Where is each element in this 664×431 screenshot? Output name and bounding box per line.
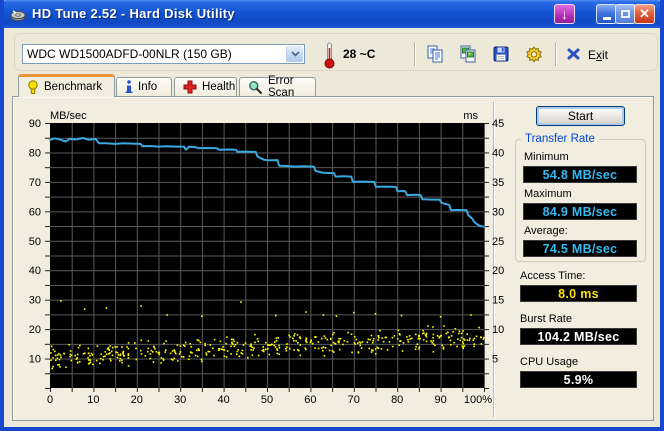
tab-label: Benchmark	[44, 81, 103, 93]
title-bar: HD Tune 2.52 - Hard Disk Utility ↓ ✕	[4, 0, 660, 28]
tab-label: Health	[202, 81, 236, 93]
burst-rate-value: 104.2 MB/sec	[520, 328, 637, 345]
burst-rate-label: Burst Rate	[520, 313, 572, 325]
maximum-label: Maximum	[524, 188, 572, 200]
cpu-usage-label: CPU Usage	[520, 356, 579, 368]
options-gear-icon	[525, 45, 543, 68]
maximize-icon	[621, 10, 630, 18]
copy-image-button[interactable]	[456, 44, 480, 68]
toolbar-separator	[555, 42, 557, 66]
maximum-value: 84.9 MB/sec	[523, 203, 637, 220]
drive-select-value: WDC WD1500ADFD-00NLR (150 GB)	[27, 47, 232, 61]
window-title: HD Tune 2.52 - Hard Disk Utility	[32, 6, 235, 21]
panel-separator	[493, 102, 495, 417]
access-time-label: Access Time:	[520, 270, 586, 282]
magnifier-icon	[248, 80, 263, 95]
lightbulb-icon	[27, 79, 39, 95]
temperature-label: 28 ~C	[343, 47, 376, 61]
access-time-value: 8.0 ms	[520, 285, 637, 302]
minimize-icon	[602, 17, 611, 20]
minimize-button[interactable]	[596, 4, 617, 24]
options-button[interactable]	[522, 44, 546, 68]
copy-image-icon	[459, 45, 477, 68]
minimum-value: 54.8 MB/sec	[523, 166, 637, 183]
save-icon	[492, 45, 510, 68]
hdtune-window: HD Tune 2.52 - Hard Disk Utility ↓ ✕ WDC…	[0, 0, 664, 431]
hard-disk-icon	[10, 6, 26, 27]
health-cross-icon	[183, 80, 197, 94]
save-button[interactable]	[489, 44, 513, 68]
exit-label[interactable]: Exit	[588, 48, 608, 62]
copy-text-button[interactable]	[423, 44, 447, 68]
maximize-button[interactable]	[615, 4, 636, 24]
toolbar-separator	[414, 42, 416, 66]
copy-text-icon	[426, 45, 444, 68]
screenshot-download-button[interactable]: ↓	[554, 4, 575, 24]
average-value: 74.5 MB/sec	[523, 240, 637, 257]
transfer-rate-title: Transfer Rate	[521, 133, 599, 145]
tab-benchmark[interactable]: Benchmark	[18, 74, 115, 97]
average-label: Average:	[524, 225, 568, 237]
thermometer-icon	[323, 42, 336, 74]
exit-x-icon	[566, 46, 582, 67]
minimum-label: Minimum	[524, 151, 569, 163]
start-button[interactable]: Start	[536, 106, 625, 126]
chevron-down-icon[interactable]	[286, 46, 303, 62]
drive-select[interactable]: WDC WD1500ADFD-00NLR (150 GB)	[22, 44, 305, 64]
close-button[interactable]: ✕	[634, 4, 655, 24]
info-icon	[125, 80, 133, 94]
tab-error-scan[interactable]: Error Scan	[239, 75, 316, 99]
cpu-usage-value: 5.9%	[520, 371, 637, 388]
tab-health[interactable]: Health	[174, 77, 237, 96]
tab-label: Info	[138, 81, 158, 93]
exit-button[interactable]	[562, 44, 586, 68]
tab-info[interactable]: Info	[116, 77, 172, 96]
